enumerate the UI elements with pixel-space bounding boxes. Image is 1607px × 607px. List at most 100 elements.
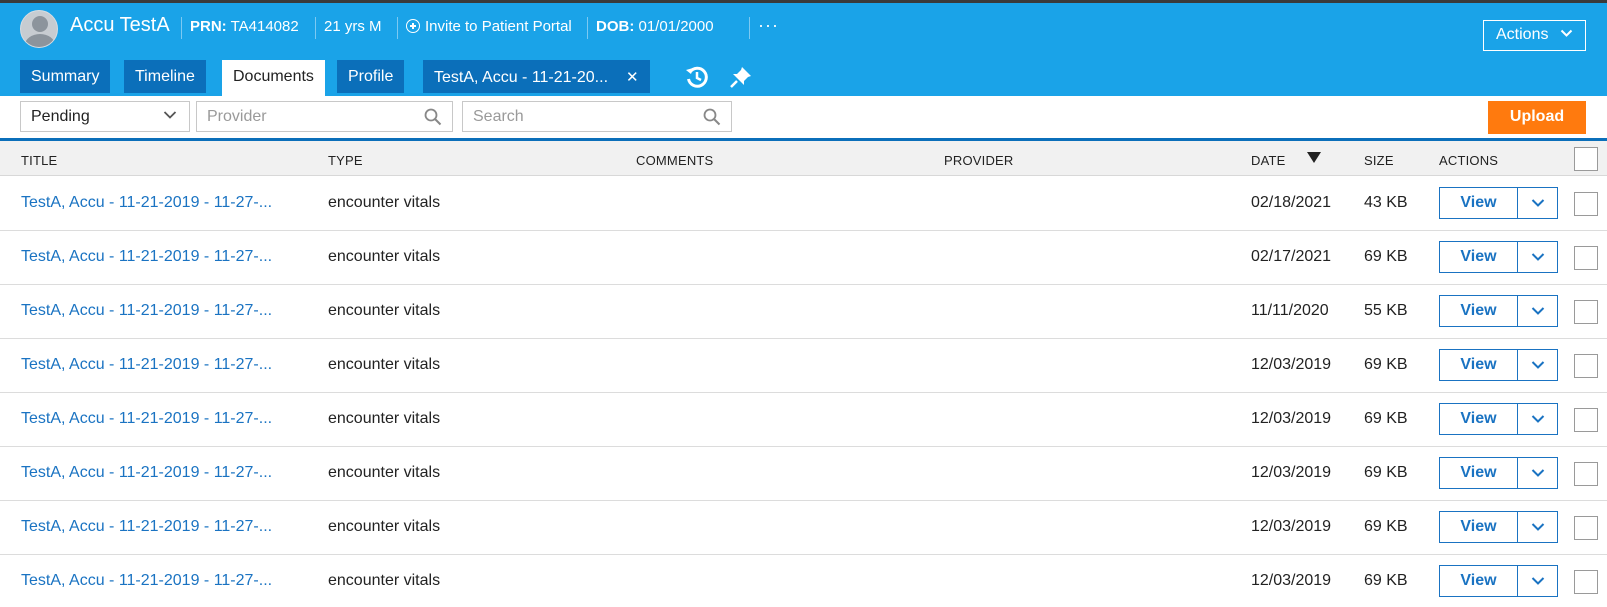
column-header-provider[interactable]: PROVIDER (944, 153, 1014, 168)
column-header-size[interactable]: SIZE (1364, 153, 1394, 168)
upload-button[interactable]: Upload (1488, 101, 1586, 134)
header-divider (397, 17, 398, 39)
tab-label: TestA, Accu - 11-21-20... (434, 69, 609, 86)
view-button[interactable]: View (1439, 295, 1518, 327)
provider-field[interactable] (207, 108, 407, 126)
document-type: encounter vitals (328, 572, 441, 589)
table-row: TestA, Accu - 11-21-2019 - 11-27-... enc… (0, 177, 1607, 231)
document-size: 69 KB (1364, 356, 1408, 373)
pin-icon[interactable] (728, 64, 754, 90)
document-title-link[interactable]: TestA, Accu - 11-21-2019 - 11-27-... (21, 464, 272, 482)
column-header-title[interactable]: TITLE (21, 153, 57, 168)
invite-portal-link[interactable]: Invite to Patient Portal (406, 18, 572, 35)
row-actions-dropdown[interactable] (1517, 295, 1558, 327)
document-date: 12/03/2019 (1251, 356, 1332, 373)
row-checkbox[interactable] (1574, 516, 1598, 540)
row-checkbox[interactable] (1574, 246, 1598, 270)
chevron-down-icon (1531, 577, 1545, 585)
view-button[interactable]: View (1439, 187, 1518, 219)
row-actions-dropdown[interactable] (1517, 349, 1558, 381)
view-button[interactable]: View (1439, 511, 1518, 543)
row-actions-dropdown[interactable] (1517, 187, 1558, 219)
chevron-down-icon (1531, 523, 1545, 531)
dob-value: 01/01/2000 (638, 18, 714, 35)
status-selected-value: Pending (31, 108, 90, 125)
invite-portal-label: Invite to Patient Portal (425, 18, 572, 35)
status-filter-select[interactable]: Pending (20, 101, 190, 132)
document-type: encounter vitals (328, 194, 441, 211)
row-actions-dropdown[interactable] (1517, 565, 1558, 597)
document-size: 69 KB (1364, 410, 1408, 427)
document-title-link[interactable]: TestA, Accu - 11-21-2019 - 11-27-... (21, 410, 272, 428)
tab-documents[interactable]: Documents (222, 60, 325, 96)
chevron-down-icon (1531, 361, 1545, 369)
search-icon[interactable] (424, 108, 442, 126)
chevron-down-icon (163, 111, 177, 119)
document-size: 43 KB (1364, 194, 1408, 211)
column-header-comments[interactable]: COMMENTS (636, 153, 713, 168)
prn-label: PRN: (190, 18, 227, 35)
document-type: encounter vitals (328, 410, 441, 427)
document-title-link[interactable]: TestA, Accu - 11-21-2019 - 11-27-... (21, 518, 272, 536)
select-all-checkbox[interactable] (1574, 147, 1598, 171)
document-size: 69 KB (1364, 464, 1408, 481)
provider-input[interactable] (196, 101, 453, 132)
actions-dropdown-button[interactable]: Actions (1483, 20, 1586, 51)
dob-label: DOB: (596, 18, 635, 35)
row-checkbox[interactable] (1574, 462, 1598, 486)
close-icon[interactable]: ✕ (626, 68, 639, 86)
tab-profile[interactable]: Profile (337, 60, 405, 93)
chevron-down-icon (1531, 415, 1545, 423)
row-actions-dropdown[interactable] (1517, 403, 1558, 435)
tab-document-encounter[interactable]: TestA, Accu - 11-21-20... ✕ (423, 60, 650, 93)
row-actions-dropdown[interactable] (1517, 511, 1558, 543)
view-button[interactable]: View (1439, 565, 1518, 597)
tab-label: Summary (31, 68, 100, 85)
document-size: 69 KB (1364, 518, 1408, 535)
sort-desc-icon[interactable] (1307, 152, 1321, 163)
chevron-down-icon (1531, 469, 1545, 477)
document-date: 12/03/2019 (1251, 410, 1332, 427)
row-actions-dropdown[interactable] (1517, 457, 1558, 489)
document-title-link[interactable]: TestA, Accu - 11-21-2019 - 11-27-... (21, 248, 272, 266)
patient-prn: PRN: TA414082 (190, 18, 299, 35)
view-button[interactable]: View (1439, 457, 1518, 489)
view-button[interactable]: View (1439, 403, 1518, 435)
document-date: 02/18/2021 (1251, 194, 1332, 211)
document-title-link[interactable]: TestA, Accu - 11-21-2019 - 11-27-... (21, 194, 272, 212)
tab-timeline[interactable]: Timeline (124, 60, 206, 93)
document-title-link[interactable]: TestA, Accu - 11-21-2019 - 11-27-... (21, 356, 272, 374)
search-input[interactable] (462, 101, 732, 132)
document-date: 11/11/2020 (1251, 302, 1329, 319)
view-button[interactable]: View (1439, 241, 1518, 273)
row-actions-dropdown[interactable] (1517, 241, 1558, 273)
plus-circle-icon (406, 19, 420, 33)
search-field[interactable] (473, 108, 684, 126)
avatar-head (32, 16, 48, 32)
row-checkbox[interactable] (1574, 570, 1598, 594)
document-size: 69 KB (1364, 248, 1408, 265)
user-avatar-icon[interactable] (20, 10, 58, 48)
tab-label: Profile (348, 68, 394, 85)
table-row: TestA, Accu - 11-21-2019 - 11-27-... enc… (0, 501, 1607, 555)
column-header-type[interactable]: TYPE (328, 153, 363, 168)
document-title-link[interactable]: TestA, Accu - 11-21-2019 - 11-27-... (21, 302, 272, 320)
document-type: encounter vitals (328, 464, 441, 481)
row-checkbox[interactable] (1574, 300, 1598, 324)
document-type: encounter vitals (328, 518, 441, 535)
view-button[interactable]: View (1439, 349, 1518, 381)
document-date: 12/03/2019 (1251, 464, 1332, 481)
document-title-link[interactable]: TestA, Accu - 11-21-2019 - 11-27-... (21, 572, 272, 590)
chevron-down-icon (1560, 29, 1573, 37)
history-icon[interactable] (684, 64, 710, 90)
tab-summary[interactable]: Summary (20, 60, 111, 93)
column-header-date[interactable]: DATE (1251, 153, 1286, 168)
header-divider (749, 17, 750, 39)
more-options-icon[interactable]: ··· (758, 15, 779, 36)
search-icon[interactable] (703, 108, 721, 126)
column-header-actions: ACTIONS (1439, 153, 1499, 168)
row-checkbox[interactable] (1574, 192, 1598, 216)
row-checkbox[interactable] (1574, 408, 1598, 432)
document-size: 69 KB (1364, 572, 1408, 589)
row-checkbox[interactable] (1574, 354, 1598, 378)
